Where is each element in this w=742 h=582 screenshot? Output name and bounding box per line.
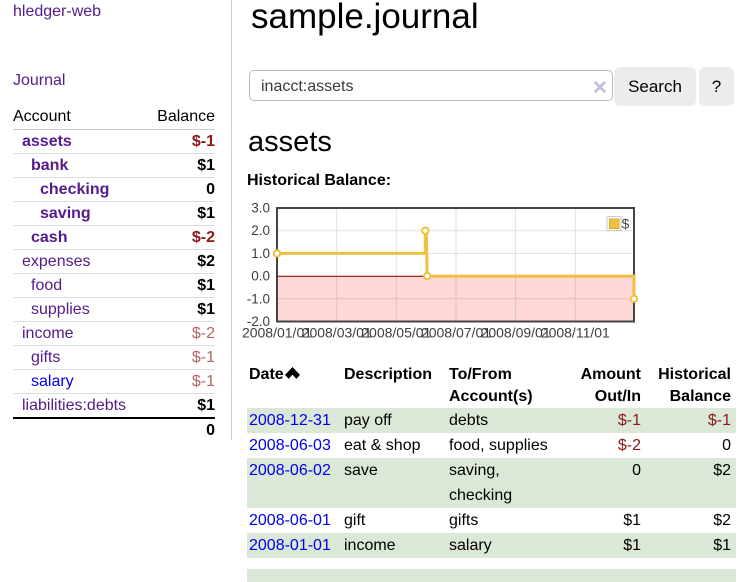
svg-text:2.0: 2.0 xyxy=(251,223,270,238)
svg-text:-1.0: -1.0 xyxy=(247,291,270,306)
svg-text:1.0: 1.0 xyxy=(251,246,270,261)
svg-text:$: $ xyxy=(622,216,630,232)
svg-text:3.0: 3.0 xyxy=(251,201,270,216)
svg-text:0.0: 0.0 xyxy=(251,269,270,284)
svg-text:2008/11/01: 2008/11/01 xyxy=(541,325,610,341)
